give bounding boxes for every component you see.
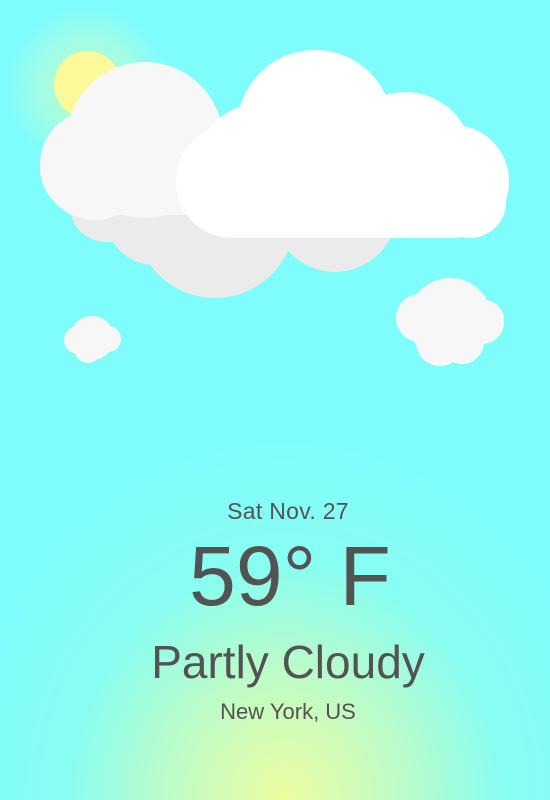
small-cloud-right-icon	[396, 278, 504, 366]
condition-label: Partly Cloudy	[151, 636, 425, 688]
location-label: New York, US	[220, 699, 356, 724]
cloud-front-icon	[176, 50, 509, 238]
date-label: Sat Nov. 27	[227, 498, 349, 524]
small-cloud-left-icon	[64, 316, 121, 363]
temperature-readout: 59° F	[189, 529, 391, 623]
